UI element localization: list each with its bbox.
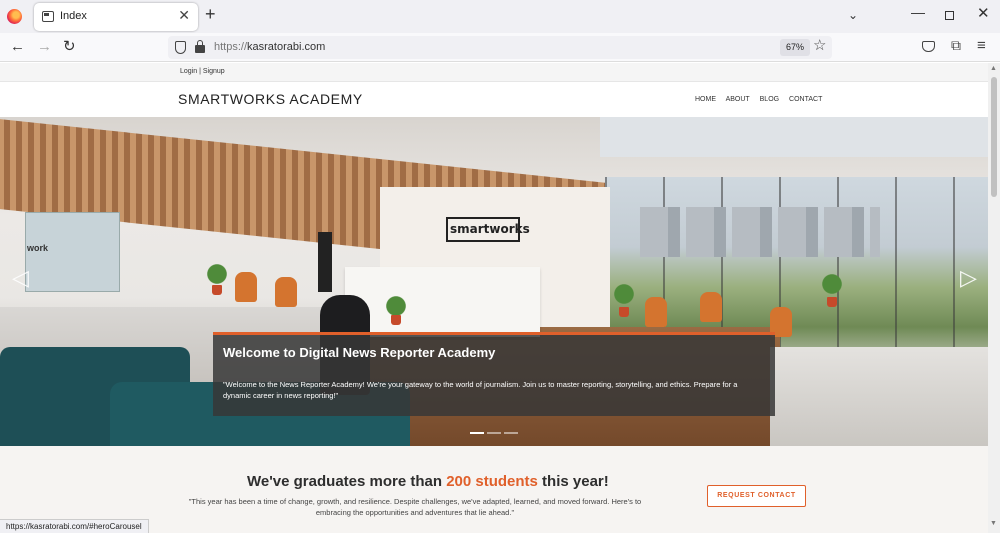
carousel-prev-icon[interactable]: ◁: [12, 267, 29, 289]
hamburger-icon[interactable]: ≡: [977, 38, 986, 53]
menu-item-blog[interactable]: BLOG: [760, 96, 779, 103]
hero-pot: [391, 315, 401, 325]
close-tab-icon[interactable]: ✕: [178, 8, 190, 22]
scroll-up-icon[interactable]: ▲: [990, 65, 997, 72]
status-bar: https://kasratorabi.com/#heroCarousel: [0, 519, 149, 533]
top-utility-bar: Login | Signup: [0, 63, 988, 82]
hero-caption-title: Welcome to Digital News Reporter Academy: [223, 345, 496, 360]
zoom-indicator[interactable]: 67%: [780, 39, 811, 56]
hero-floor-right: [770, 347, 988, 446]
web-page: Login | Signup SMARTWORKS ACADEMY HOME A…: [0, 63, 988, 533]
hero-kiosk: [318, 232, 332, 292]
extensions-icon[interactable]: ⧉: [951, 38, 961, 52]
close-window-icon[interactable]: ✕: [977, 6, 990, 21]
stats-heading: We've graduates more than 200 students t…: [247, 473, 609, 490]
carousel-next-icon[interactable]: ▷: [960, 267, 977, 289]
hero-plant: [612, 282, 636, 306]
browser-tab[interactable]: Index ✕: [34, 3, 198, 31]
main-menu: HOME ABOUT BLOG CONTACT: [695, 96, 830, 103]
address-bar[interactable]: https://kasratorabi.com 67% ☆: [168, 36, 832, 59]
hero-chair: [235, 272, 257, 302]
stats-heading-post: this year!: [537, 473, 609, 490]
chevron-down-icon[interactable]: ⌄: [848, 8, 858, 22]
lock-icon[interactable]: [195, 40, 205, 53]
reload-icon[interactable]: ↻: [63, 39, 76, 54]
hero-buildings: [640, 207, 880, 257]
shield-icon[interactable]: [175, 41, 186, 54]
hero-chair: [700, 292, 722, 322]
arrow-left-icon[interactable]: ←: [10, 39, 25, 54]
hero-carousel[interactable]: smartworks work ◁ ▷ Welcome to Digital N…: [0, 117, 988, 446]
auth-links: Login | Signup: [180, 68, 225, 75]
menu-item-home[interactable]: HOME: [695, 96, 716, 103]
scroll-down-icon[interactable]: ▼: [990, 520, 997, 527]
url-text[interactable]: https://kasratorabi.com: [214, 41, 325, 53]
minimize-icon[interactable]: —: [911, 4, 925, 20]
arrow-right-icon[interactable]: →: [37, 39, 52, 54]
link-separator: |: [199, 68, 201, 75]
hero-plant: [820, 272, 844, 296]
hero-chair: [275, 277, 297, 307]
carousel-indicator[interactable]: [470, 432, 484, 434]
hero-sign: smartworks: [446, 217, 530, 242]
star-icon[interactable]: ☆: [813, 38, 826, 53]
request-contact-button[interactable]: REQUEST CONTACT: [707, 485, 806, 507]
navigation-bar: ← → ↻ https://kasratorabi.com 67% ☆ ⧉ ≡: [0, 33, 1000, 62]
hero-reception-desk: [345, 267, 540, 337]
url-host: kasratorabi.com: [247, 41, 326, 53]
scroll-thumb[interactable]: [991, 77, 997, 197]
hero-chair: [645, 297, 667, 327]
menu-item-about[interactable]: ABOUT: [726, 96, 750, 103]
tab-bar: Index ✕ + ⌄ — ✕: [0, 0, 1000, 33]
maximize-icon[interactable]: [945, 11, 954, 20]
stats-heading-pre: We've graduates more than: [247, 473, 447, 490]
carousel-indicators: [470, 432, 521, 435]
hero-ceiling-right: [600, 117, 988, 157]
hero-caption-text: "Welcome to the News Reporter Academy! W…: [223, 380, 738, 400]
hero-room-text: work: [27, 243, 49, 253]
login-link[interactable]: Login: [180, 68, 197, 75]
site-logo[interactable]: SMARTWORKS ACADEMY: [178, 91, 363, 107]
hero-pot: [212, 285, 222, 295]
hero-plant: [205, 262, 229, 286]
site-header: SMARTWORKS ACADEMY HOME ABOUT BLOG CONTA…: [0, 82, 988, 117]
signup-link[interactable]: Signup: [203, 68, 225, 75]
hero-pot: [827, 297, 837, 307]
page-scrollbar[interactable]: ▲ ▼: [988, 63, 1000, 533]
hero-pot: [619, 307, 629, 317]
carousel-indicator[interactable]: [487, 432, 501, 434]
page-icon: [42, 11, 54, 22]
tab-title: Index: [60, 10, 87, 22]
new-tab-icon[interactable]: +: [205, 5, 216, 23]
stats-heading-highlight: 200 students: [446, 473, 538, 490]
url-scheme: https://: [214, 41, 248, 53]
firefox-icon[interactable]: [7, 9, 22, 24]
pocket-icon[interactable]: [922, 41, 935, 52]
stats-text: "This year has been a time of change, gr…: [188, 497, 642, 517]
menu-item-contact[interactable]: CONTACT: [789, 96, 822, 103]
hero-caption: Welcome to Digital News Reporter Academy…: [213, 332, 775, 416]
carousel-indicator[interactable]: [504, 432, 518, 434]
